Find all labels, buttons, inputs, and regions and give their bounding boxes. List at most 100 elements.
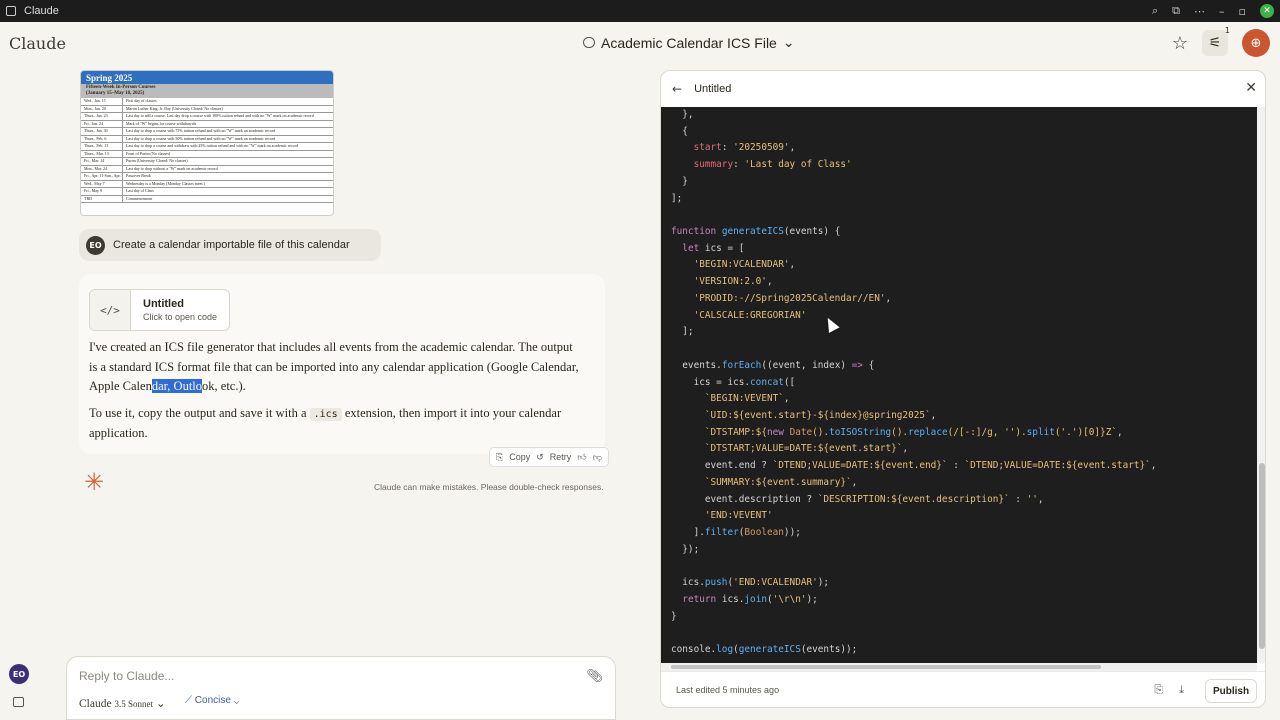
calendar-row-date: Thurs., Mar. 13 <box>81 150 123 157</box>
artifact-panel-header: ← Untitled ✕ <box>661 71 1265 107</box>
artifact-card[interactable]: </> Untitled Click to open code <box>89 289 230 331</box>
calendar-row-event: Last day to add a course. Last day drop … <box>126 113 314 118</box>
sliders-icon: ⚟ <box>1208 35 1222 51</box>
model-name: Claude <box>79 698 112 710</box>
calendar-row-event: Passover Break <box>126 173 151 178</box>
more-icon[interactable]: ⋯ <box>1194 5 1205 18</box>
style-selector[interactable]: ⟋ Concise ⌄ <box>185 695 239 706</box>
reply-input[interactable]: Reply to Claude... <box>79 669 174 683</box>
zoom-icon[interactable]: ⌕ <box>1152 4 1158 18</box>
brand-logo[interactable]: Claude <box>9 34 66 53</box>
publish-button[interactable]: Publish <box>1205 679 1257 703</box>
code-content: }, { start: '20250509', summary: 'Last d… <box>671 109 1157 655</box>
user-message: EO Create a calendar importable file of … <box>79 229 381 261</box>
calendar-row: Fri., Jan. 24 Mark of "W" begins for cour… <box>81 120 333 128</box>
window-controls: ⌕ ⧉ ⋯ – ▫ ✕ <box>1152 0 1274 22</box>
copy-button[interactable]: Copy <box>509 452 530 462</box>
calendar-row-date: Mon., Mar. 24 <box>81 165 123 172</box>
maximize-icon[interactable]: ▫ <box>1239 5 1246 18</box>
model-selector[interactable]: Claude 3.5 Sonnet ⌄ <box>79 696 165 710</box>
chevron-down-icon: ⌄ <box>155 698 166 710</box>
vertical-scrollbar[interactable] <box>1257 107 1265 663</box>
artifact-card-subtitle: Click to open code <box>143 312 218 322</box>
assistant-message: </> Untitled Click to open code I've cre… <box>79 274 605 454</box>
calendar-subheading: Fifteen-Week In-Person Courses (January … <box>81 84 333 98</box>
calendar-row-event: First day of classes <box>126 98 157 103</box>
paragraph-2: To use it, copy the output and save it w… <box>89 404 579 444</box>
calendar-date-range: (January 15–May 10, 2025) <box>86 91 145 96</box>
calendar-row-date: Thurs., Jan. 30 <box>81 128 123 135</box>
composer: Reply to Claude... 📎︎ Claude 3.5 Sonnet … <box>66 656 616 720</box>
app-header: Claude Academic Calendar ICS File ⌄ ☆ ⚟ … <box>0 22 1280 66</box>
calendar-row-date: TBD <box>81 195 123 202</box>
calendar-row: Mon., Mar. 24 Last day to drop without a … <box>81 165 333 173</box>
calendar-row-date: Mon., Jan. 20 <box>81 105 123 112</box>
chat-bubble-icon <box>583 37 595 48</box>
copy-code-icon[interactable]: ⎘ <box>1154 683 1163 697</box>
message-actions: ⎘ Copy ↺ Retry 👍︎ 👎︎ <box>489 447 609 467</box>
code-viewer[interactable]: }, { start: '20250509', summary: 'Last d… <box>661 107 1257 663</box>
model-version: 3.5 Sonnet <box>114 699 153 709</box>
download-icon[interactable]: ⤓ <box>1179 683 1184 697</box>
calendar-row: Mon., Jan. 20 Martin Luther King, Jr. Day… <box>81 105 333 113</box>
disclaimer: Claude can make mistakes. Please double-… <box>374 482 604 492</box>
sidebar-toggle-icon[interactable] <box>13 697 24 707</box>
style-icon: ⟋ <box>185 695 192 706</box>
scroll-thumb-h[interactable] <box>671 665 1101 669</box>
calendar-row-event: Last day to drop a course with 50% tuiti… <box>126 135 276 141</box>
user-avatar-sidebar[interactable]: EO <box>9 664 29 684</box>
calendar-row-event: Martin Luther King, Jr. Day (University … <box>126 105 223 111</box>
copy-icon: ⎘ <box>496 451 504 462</box>
back-arrow-icon[interactable]: ← <box>672 82 682 96</box>
screen-icon[interactable]: ⧉ <box>1172 4 1180 18</box>
p1-text-end: ok, etc.). <box>202 379 246 393</box>
calendar-row: Thurs., Feb. 13 Last day to drop a course… <box>81 143 333 151</box>
user-avatar: EO <box>86 235 105 255</box>
retry-icon: ↺ <box>536 451 544 462</box>
uploaded-image[interactable]: Spring 2025 Fifteen-Week In-Person Cours… <box>80 70 334 216</box>
calendar-row: Thurs., Mar. 13 Feast of Purim (No classe… <box>81 150 333 158</box>
calendar-heading: Spring 2025 <box>81 71 333 84</box>
thumbs-up-icon[interactable]: 👍︎ <box>577 452 586 463</box>
calendar-row-date: Fri., Jan. 24 <box>81 120 123 127</box>
app-icon <box>6 6 16 16</box>
star-icon[interactable]: ☆ <box>1172 33 1188 54</box>
chat-title-button[interactable]: Academic Calendar ICS File ⌄ <box>583 34 795 51</box>
scroll-thumb[interactable] <box>1259 463 1265 649</box>
settings-button[interactable]: ⚟ 1 <box>1202 26 1230 56</box>
paperclip-icon[interactable]: 📎︎ <box>586 669 603 684</box>
calendar-row-date: Thurs., Jan. 23 <box>81 113 123 120</box>
p2-text: To use it, copy the output and save it w… <box>89 405 310 420</box>
calendar-rows: Wed., Jan. 15 First day of classes Mon., J… <box>81 98 333 203</box>
calendar-row-event: Last day to drop a course and withdraw w… <box>126 143 298 148</box>
selected-text: dar, Outlo <box>151 379 203 393</box>
calendar-row-event: Commencement <box>126 195 153 201</box>
calendar-row-event: Last day to drop a course with 75% tuiti… <box>126 128 276 133</box>
close-window-icon[interactable]: ✕ <box>1260 4 1274 18</box>
horizontal-scrollbar[interactable] <box>661 663 1257 671</box>
calendar-row-event: Mark of "W" begins for course withdrawal… <box>126 120 197 126</box>
window-title: Claude <box>24 5 59 17</box>
thumbs-down-icon[interactable]: 👎︎ <box>593 452 602 463</box>
inline-code: .ics <box>309 407 342 421</box>
calendar-row-event: Wednesday is a Monday (Monday Classes me… <box>126 180 205 186</box>
artifact-panel-footer: Last edited 5 minutes ago ⎘ ⤓ Publish <box>661 671 1265 707</box>
minimize-icon[interactable]: – <box>1219 5 1225 18</box>
calendar-row-event: Purim (University Closed/ No classes) <box>126 158 188 163</box>
retry-button[interactable]: Retry <box>550 452 572 462</box>
artifact-card-title: Untitled <box>143 298 184 310</box>
calendar-row-date: Wed., Jan. 15 <box>81 98 123 105</box>
chevron-down-icon: ⌄ <box>233 695 240 706</box>
calendar-row: Thurs., Feb. 6 Last day to drop a course … <box>81 135 333 143</box>
new-chat-button[interactable]: ⊕ <box>1242 29 1270 57</box>
calendar-row-date: Wed., May 7 <box>81 180 123 187</box>
calendar-row: Fri., Apr. 11-Sun., Apr. 20 Passover Brea… <box>81 173 333 181</box>
calendar-row: Thurs., Jan. 30 Last day to drop a course… <box>81 128 333 136</box>
calendar-row: Fri., May 9 Last day of Class <box>81 188 333 196</box>
calendar-row-event: Last day to drop without a "W" mark on a… <box>126 165 218 171</box>
calendar-row-date: Thurs., Feb. 13 <box>81 143 123 150</box>
style-name: Concise <box>194 695 231 706</box>
calendar-row: Fri., Mar. 14 Purim (University Closed/ N… <box>81 158 333 166</box>
calendar-row-date: Fri., May 9 <box>81 188 123 195</box>
close-icon[interactable]: ✕ <box>1245 80 1257 96</box>
